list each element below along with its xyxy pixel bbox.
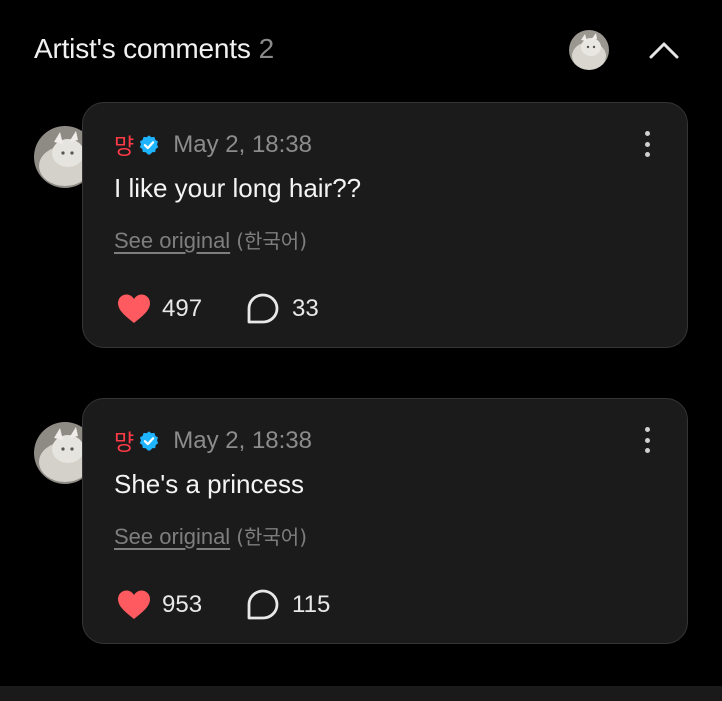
comment-count: 2 <box>258 33 275 64</box>
like-count: 953 <box>162 591 203 618</box>
comment-text: She's a princess <box>114 469 304 499</box>
comment-actions: 497 33 <box>116 289 319 329</box>
verified-badge-icon <box>140 135 159 155</box>
comment-date: May 2, 18:38 <box>173 131 312 158</box>
author-name[interactable]: 먕 <box>114 425 134 457</box>
comment-card: 먕 May 2, 18:38 She's a princess See orig… <box>82 398 688 644</box>
section-title-label: Artist's comments <box>34 33 251 64</box>
comment-text: I like your long hair?? <box>114 173 362 203</box>
artist-avatar[interactable] <box>569 30 609 70</box>
like-count: 497 <box>162 295 203 322</box>
comment-date: May 2, 18:38 <box>173 427 312 454</box>
comment-bubble-icon[interactable] <box>246 588 280 622</box>
see-original: See original (한국어) <box>114 521 307 550</box>
original-language: (한국어) <box>236 229 307 253</box>
comment-meta: 먕 May 2, 18:38 <box>114 426 312 456</box>
more-vertical-icon[interactable] <box>637 129 657 159</box>
verified-badge-icon <box>140 431 159 451</box>
section-title: Artist's comments 2 <box>34 33 274 65</box>
see-original-link[interactable]: See original <box>114 228 230 253</box>
chevron-up-icon <box>649 42 679 59</box>
comment-actions: 953 115 <box>116 585 330 625</box>
original-language: (한국어) <box>236 525 307 549</box>
collapse-button[interactable] <box>644 32 684 68</box>
more-vertical-icon[interactable] <box>637 425 657 455</box>
reply-count: 115 <box>292 591 331 618</box>
bottom-bar <box>0 686 722 701</box>
heart-icon[interactable] <box>116 293 152 325</box>
see-original: See original (한국어) <box>114 225 307 254</box>
comment-card: 먕 May 2, 18:38 I like your long hair?? S… <box>82 102 688 348</box>
heart-icon[interactable] <box>116 589 152 621</box>
see-original-link[interactable]: See original <box>114 524 230 549</box>
comment-bubble-icon[interactable] <box>246 292 280 326</box>
comments-header: Artist's comments 2 <box>0 0 722 100</box>
comment-meta: 먕 May 2, 18:38 <box>114 130 312 160</box>
author-name[interactable]: 먕 <box>114 129 134 161</box>
reply-count: 33 <box>292 295 319 322</box>
